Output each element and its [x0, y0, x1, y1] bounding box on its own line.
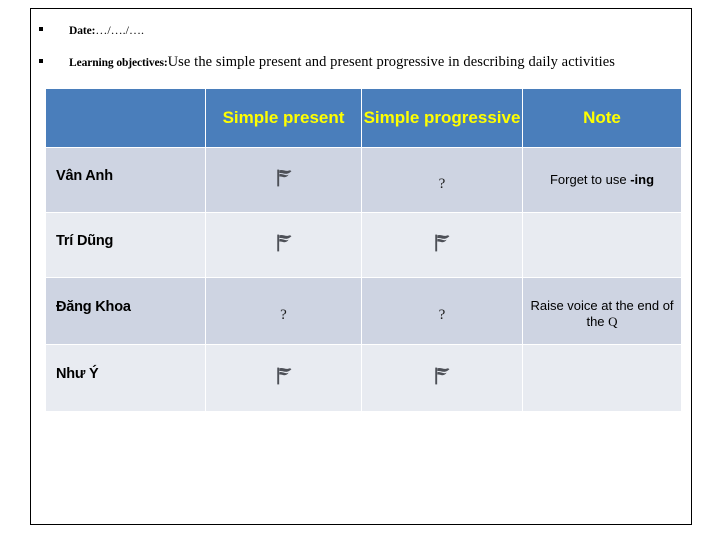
flag-icon: [275, 366, 293, 386]
date-label: Date:: [69, 25, 96, 37]
date-value: …/…./….: [95, 23, 144, 37]
table-row: Như Ý: [46, 345, 681, 411]
note-text: Raise voice at the end of the: [530, 297, 674, 329]
table-body: Vân Anh ? Forget to use -ing Trí Dũng Đă…: [46, 148, 681, 411]
cell-note: [523, 345, 681, 411]
cell-student-name: Như Ý: [46, 345, 205, 411]
note-text-tail: Q: [608, 314, 618, 329]
slide-canvas: Date:…/…./…. Learning objectives:Use the…: [30, 8, 692, 525]
cell-simple-present: [206, 148, 361, 212]
cell-simple-progressive: [362, 345, 522, 411]
cell-simple-present: ?: [206, 278, 361, 344]
square-bullet-icon: [39, 59, 43, 63]
cell-note: Raise voice at the end of the Q: [523, 278, 681, 344]
cell-student-name: Đăng Khoa: [46, 278, 205, 344]
bullet-date-body: Date:…/…./….: [69, 21, 144, 39]
header-cell-simple-present: Simple present: [206, 89, 361, 147]
header-cell-note: Note: [523, 89, 681, 147]
note-text: Forget to use: [549, 171, 631, 187]
flag-icon: [433, 366, 451, 386]
bullet-objectives-body: Learning objectives:Use the simple prese…: [69, 53, 615, 71]
table-header-row: Simple present Simple progressive Note: [46, 89, 681, 147]
cell-simple-progressive: ?: [362, 278, 522, 344]
objectives-table: Simple present Simple progressive Note V…: [45, 88, 682, 412]
bullet-date: Date:…/…./….: [39, 21, 144, 39]
cell-simple-present: [206, 213, 361, 277]
table-row: Trí Dũng: [46, 213, 681, 277]
cell-note: [523, 213, 681, 277]
header-cell-blank: [46, 89, 205, 147]
cell-simple-progressive: [362, 213, 522, 277]
table-header: Simple present Simple progressive Note: [46, 89, 681, 147]
table-row: Vân Anh ? Forget to use -ing: [46, 148, 681, 212]
table-row: Đăng Khoa ? ? Raise voice at the end of …: [46, 278, 681, 344]
cell-simple-progressive: ?: [362, 148, 522, 212]
flag-icon: [433, 233, 451, 253]
cell-student-name: Vân Anh: [46, 148, 205, 212]
flag-icon: [275, 233, 293, 253]
header-cell-simple-progressive: Simple progressive: [362, 89, 522, 147]
note-text-bold: -ing: [630, 171, 655, 187]
cell-note: Forget to use -ing: [523, 148, 681, 212]
flag-icon: [275, 168, 293, 188]
square-bullet-icon: [39, 27, 43, 31]
objectives-label: Learning objectives:: [69, 57, 168, 69]
cell-simple-present: [206, 345, 361, 411]
cell-student-name: Trí Dũng: [46, 213, 205, 277]
objectives-value: Use the simple present and present progr…: [167, 54, 616, 70]
bullet-learning-objectives: Learning objectives:Use the simple prese…: [39, 53, 615, 71]
